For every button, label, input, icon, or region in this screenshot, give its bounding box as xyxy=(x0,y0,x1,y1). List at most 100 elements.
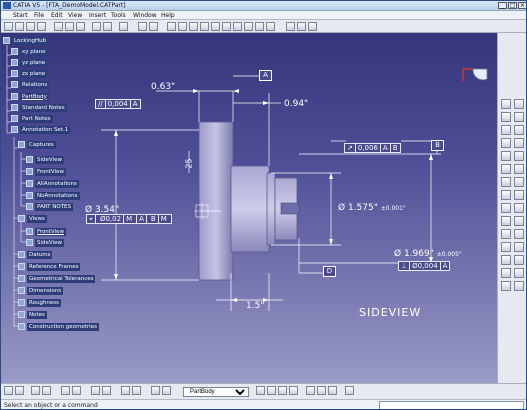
scale-icon[interactable] xyxy=(501,203,511,213)
datum-b[interactable]: B xyxy=(431,140,444,151)
normal-view-icon[interactable] xyxy=(222,22,231,31)
undo-icon[interactable] xyxy=(92,22,101,31)
parameter-icon[interactable] xyxy=(278,386,287,395)
fcf-position[interactable]: ⌖ Ø0,02 M A BM xyxy=(86,214,172,224)
formula-icon[interactable] xyxy=(138,22,147,31)
redo-icon[interactable] xyxy=(103,22,112,31)
compass-icon[interactable] xyxy=(459,63,491,87)
open-body-icon[interactable] xyxy=(61,386,70,395)
pocket-icon[interactable] xyxy=(501,112,511,122)
geometrical-set-icon[interactable] xyxy=(72,386,81,395)
partbody-select[interactable]: PartBody xyxy=(183,387,249,397)
design-table-icon[interactable] xyxy=(317,386,326,395)
translate-icon[interactable] xyxy=(514,203,524,213)
properties-icon[interactable] xyxy=(132,386,141,395)
angle-25[interactable]: 25 xyxy=(185,158,194,168)
scan-icon[interactable] xyxy=(162,386,171,395)
thread-icon[interactable] xyxy=(514,177,524,187)
minimize-button[interactable]: _ xyxy=(498,2,507,9)
work-object-icon[interactable] xyxy=(151,386,160,395)
3d-viewport[interactable]: LockingHub xy plane yz plane zx plane Re… xyxy=(1,33,497,383)
rule-icon[interactable] xyxy=(289,386,298,395)
dim-0-63[interactable]: 0.63" xyxy=(151,82,175,92)
measure-icon[interactable] xyxy=(149,22,158,31)
open-icon[interactable] xyxy=(15,22,24,31)
apply-material-icon[interactable] xyxy=(121,386,130,395)
menu-tools[interactable]: Tools xyxy=(111,12,126,19)
new-icon[interactable] xyxy=(4,22,13,31)
slot-icon[interactable] xyxy=(514,138,524,148)
split-icon[interactable] xyxy=(514,229,524,239)
knowledge-icon[interactable] xyxy=(267,386,276,395)
zoom-out-icon[interactable] xyxy=(211,22,220,31)
menu-start[interactable]: Start xyxy=(13,12,28,19)
help-icon[interactable] xyxy=(119,22,128,31)
paste-icon[interactable] xyxy=(76,22,85,31)
menu-edit[interactable]: Edit xyxy=(51,12,63,19)
point-icon[interactable] xyxy=(501,255,511,265)
menu-view[interactable]: View xyxy=(68,12,82,19)
pattern-icon[interactable] xyxy=(514,190,524,200)
menu-insert[interactable]: Insert xyxy=(89,12,106,19)
thickness-icon[interactable] xyxy=(501,177,511,187)
print-icon[interactable] xyxy=(37,22,46,31)
datum-icon[interactable] xyxy=(308,22,317,31)
axis-icon[interactable] xyxy=(514,242,524,252)
rotate-feature-icon[interactable] xyxy=(501,216,511,226)
comment-icon[interactable] xyxy=(328,386,337,395)
rib-icon[interactable] xyxy=(501,138,511,148)
shading-icon[interactable] xyxy=(244,22,253,31)
flag-note-icon[interactable] xyxy=(297,22,306,31)
maximize-button[interactable]: □ xyxy=(508,2,517,9)
copy-icon[interactable] xyxy=(65,22,74,31)
select-icon[interactable] xyxy=(4,386,13,395)
pad-icon[interactable] xyxy=(514,99,524,109)
sketch-icon[interactable] xyxy=(501,99,511,109)
menu-file[interactable]: File xyxy=(34,12,44,19)
datum-a[interactable]: A xyxy=(259,70,272,81)
hide-show-icon[interactable] xyxy=(255,22,264,31)
command-input[interactable] xyxy=(379,401,524,409)
fcf-perpendicularity[interactable]: ⊥ Ø0,004 A xyxy=(398,261,451,271)
save-icon[interactable] xyxy=(26,22,35,31)
datum-d[interactable]: D xyxy=(323,266,336,277)
annotation-text-icon[interactable] xyxy=(286,22,295,31)
analysis-icon[interactable] xyxy=(514,281,524,291)
fcf-parallelism[interactable]: // 0,004 A xyxy=(95,99,141,109)
dim-1-575[interactable]: Ø 1.575" ±0.001" xyxy=(338,203,406,213)
dim-1-5[interactable]: 1.5" xyxy=(246,301,264,311)
draft-icon[interactable] xyxy=(501,164,511,174)
snap-icon[interactable] xyxy=(102,386,111,395)
dim-0-94[interactable]: 0.94" xyxy=(284,99,308,109)
pan-icon[interactable] xyxy=(178,22,187,31)
material-icon[interactable] xyxy=(514,268,524,278)
plane-tool-icon[interactable] xyxy=(501,268,511,278)
measure-item-icon[interactable] xyxy=(501,281,511,291)
hole-icon[interactable] xyxy=(514,125,524,135)
dim-1-969[interactable]: Ø 1.969" ±0.005" xyxy=(394,249,462,259)
chamfer-icon[interactable] xyxy=(514,151,524,161)
symmetry-icon[interactable] xyxy=(514,216,524,226)
law-icon[interactable] xyxy=(306,386,315,395)
close-button[interactable]: × xyxy=(518,2,526,9)
boolean-icon[interactable] xyxy=(501,229,511,239)
shell-icon[interactable] xyxy=(514,164,524,174)
fit-all-icon[interactable] xyxy=(167,22,176,31)
update-icon[interactable] xyxy=(31,386,40,395)
rotate-icon[interactable] xyxy=(189,22,198,31)
shaft-icon[interactable] xyxy=(514,112,524,122)
line-icon[interactable] xyxy=(514,255,524,265)
fcf-runout[interactable]: ↗ 0,006 A B xyxy=(344,143,401,153)
zoom-in-icon[interactable] xyxy=(200,22,209,31)
menu-window[interactable]: Window xyxy=(133,12,157,19)
menu-help[interactable]: Help xyxy=(161,12,175,19)
constraint-icon[interactable] xyxy=(501,242,511,252)
groove-icon[interactable] xyxy=(501,125,511,135)
cut-icon[interactable] xyxy=(54,22,63,31)
select-mode-icon[interactable] xyxy=(15,386,24,395)
swap-space-icon[interactable] xyxy=(266,22,275,31)
catalog-icon[interactable] xyxy=(256,386,265,395)
mirror-icon[interactable] xyxy=(501,190,511,200)
part-geometry[interactable] xyxy=(198,121,300,281)
render-icon[interactable] xyxy=(345,386,354,395)
